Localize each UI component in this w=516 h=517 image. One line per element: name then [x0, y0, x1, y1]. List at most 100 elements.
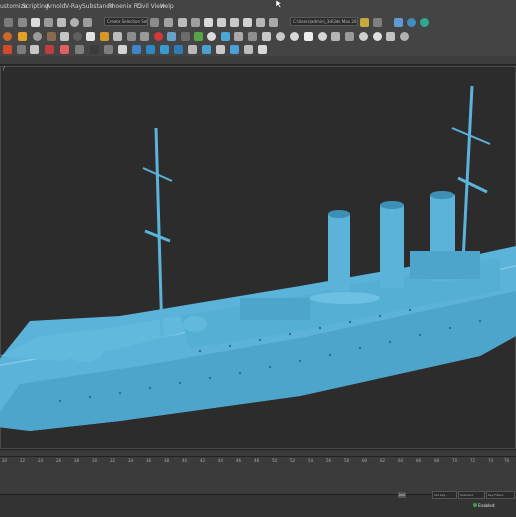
phoenix-ocean-icon[interactable] [262, 32, 271, 41]
phoenix-path-follow-icon[interactable] [400, 32, 409, 41]
vray-decal-icon[interactable] [127, 32, 136, 41]
vray-plane-icon[interactable] [73, 32, 82, 41]
timeline-tick-label: 40 [182, 458, 188, 463]
project-folder-icon[interactable] [360, 18, 369, 27]
arnold-light-icon[interactable] [30, 45, 39, 54]
vray-scene-converter-icon[interactable] [181, 32, 190, 41]
arnold-procedural-icon[interactable] [75, 45, 84, 54]
project-path-dropdown[interactable]: C:\Users\admin\_3d\3ds Max 2020 [290, 17, 358, 26]
arnold-utilities-icon[interactable] [118, 45, 127, 54]
arnold-render-icon[interactable] [3, 45, 12, 54]
gun-turret-fwd [67, 340, 103, 362]
phoenix-vorticity-icon[interactable] [373, 32, 382, 41]
select-by-name-icon[interactable] [18, 18, 27, 27]
scale-icon[interactable] [83, 18, 92, 27]
timeline-tick-label: 50 [272, 458, 278, 463]
civil-objects-icon[interactable] [216, 45, 225, 54]
lifeboat [310, 292, 380, 304]
vray-clipper-icon[interactable] [113, 32, 122, 41]
snap-toggle-icon[interactable] [150, 18, 159, 27]
substance-source-icon[interactable] [146, 45, 155, 54]
phoenix-foam-icon[interactable] [276, 32, 285, 41]
menu-arnold[interactable]: Arnold [46, 3, 65, 10]
substance-sampler-icon[interactable] [188, 45, 197, 54]
rotate-icon[interactable] [70, 18, 79, 27]
phoenix-splash-icon[interactable] [290, 32, 299, 41]
phoenix-liquid-icon[interactable] [234, 32, 243, 41]
render-setup-icon[interactable] [269, 18, 278, 27]
menu-scripting[interactable]: Scripting [22, 3, 49, 10]
vray-camera-icon[interactable] [86, 32, 95, 41]
arnold-skydome-icon[interactable] [45, 45, 54, 54]
phoenix-shader-icon[interactable] [331, 32, 340, 41]
funnel-2-top [380, 201, 404, 209]
layer-explorer-icon[interactable] [204, 18, 213, 27]
schematic-view-icon[interactable] [243, 18, 252, 27]
key-mode-icon[interactable] [398, 492, 406, 498]
time-slider[interactable] [0, 449, 516, 456]
rect-selection-icon[interactable] [31, 18, 40, 27]
a360-render-icon[interactable] [420, 18, 429, 27]
angle-snap-icon[interactable] [164, 18, 173, 27]
align-icon[interactable] [191, 18, 200, 27]
substance-material-icon[interactable] [132, 45, 141, 54]
timeline-tick-label: 68 [434, 458, 440, 463]
key-filters-field[interactable]: Key Filters [486, 491, 515, 499]
curve-editor-icon[interactable] [230, 18, 239, 27]
substance-designer-icon[interactable] [174, 45, 183, 54]
mirror-icon[interactable] [178, 18, 187, 27]
mainmast-yard-2 [457, 176, 488, 194]
timeline-tick-label: 64 [398, 458, 404, 463]
civil-road-icon[interactable] [244, 45, 253, 54]
arnold-ipr-icon[interactable] [17, 45, 26, 54]
material-editor-icon[interactable] [256, 18, 265, 27]
selection-set-dropdown[interactable]: Create Selection Set [104, 17, 148, 26]
phoenix-source-icon[interactable] [248, 32, 257, 41]
vray-vfb-icon[interactable] [167, 32, 176, 41]
vray-light-icon[interactable] [18, 32, 27, 41]
vray-toon-icon[interactable] [140, 32, 149, 41]
enabled-label: Enabled: [478, 503, 496, 508]
phoenix-fire-icon[interactable] [221, 32, 230, 41]
funnel-1 [328, 213, 350, 291]
separator-icon [90, 45, 99, 54]
move-icon[interactable] [57, 18, 66, 27]
vray-mesh-icon[interactable] [100, 32, 109, 41]
select-object-icon[interactable] [4, 18, 13, 27]
phoenix-particle-icon[interactable] [304, 32, 313, 41]
vray-proxy-icon[interactable] [47, 32, 56, 41]
render-frame-icon[interactable] [373, 18, 382, 27]
scene-explorer-icon[interactable] [217, 18, 226, 27]
funnel-1-top [328, 210, 350, 218]
vray-sphere-icon[interactable] [33, 32, 42, 41]
vray-sun-icon[interactable] [3, 32, 12, 41]
vray-lister-icon[interactable] [154, 32, 163, 41]
phoenix-body-force-icon[interactable] [386, 32, 395, 41]
menu-vray[interactable]: V-Ray [65, 3, 82, 10]
phoenix-mist-icon[interactable] [318, 32, 327, 41]
window-crossing-icon[interactable] [44, 18, 53, 27]
render-production-icon[interactable] [394, 18, 403, 27]
mouse-cursor-icon [276, 0, 282, 8]
menu-help[interactable]: Help [160, 3, 174, 10]
timeline[interactable]: 20 22 24 26 28 30 32 34 36 38 40 42 44 4… [0, 456, 516, 495]
phoenix-wind-icon[interactable] [359, 32, 368, 41]
vray-dome-icon[interactable] [207, 32, 216, 41]
civil-traffic-icon[interactable] [230, 45, 239, 54]
deckhouse [240, 298, 310, 320]
timeline-tick-label: 36 [146, 458, 152, 463]
plugin-toolbar [0, 30, 516, 44]
active-shade-icon[interactable] [407, 18, 416, 27]
arnold-operator-icon[interactable] [104, 45, 113, 54]
civil-view-icon[interactable] [202, 45, 211, 54]
vray-fur-icon[interactable] [60, 32, 69, 41]
phoenix-force-icon[interactable] [345, 32, 354, 41]
help-icon[interactable] [258, 45, 267, 54]
arnold-volume-icon[interactable] [60, 45, 69, 54]
set-key-field[interactable]: Set Key ... [432, 491, 457, 499]
substance-painter-icon[interactable] [160, 45, 169, 54]
ribbon-strip [0, 56, 516, 65]
selected-field[interactable]: Selected [458, 491, 485, 499]
vray-ies-icon[interactable] [194, 32, 203, 41]
ship-model[interactable] [0, 66, 516, 449]
